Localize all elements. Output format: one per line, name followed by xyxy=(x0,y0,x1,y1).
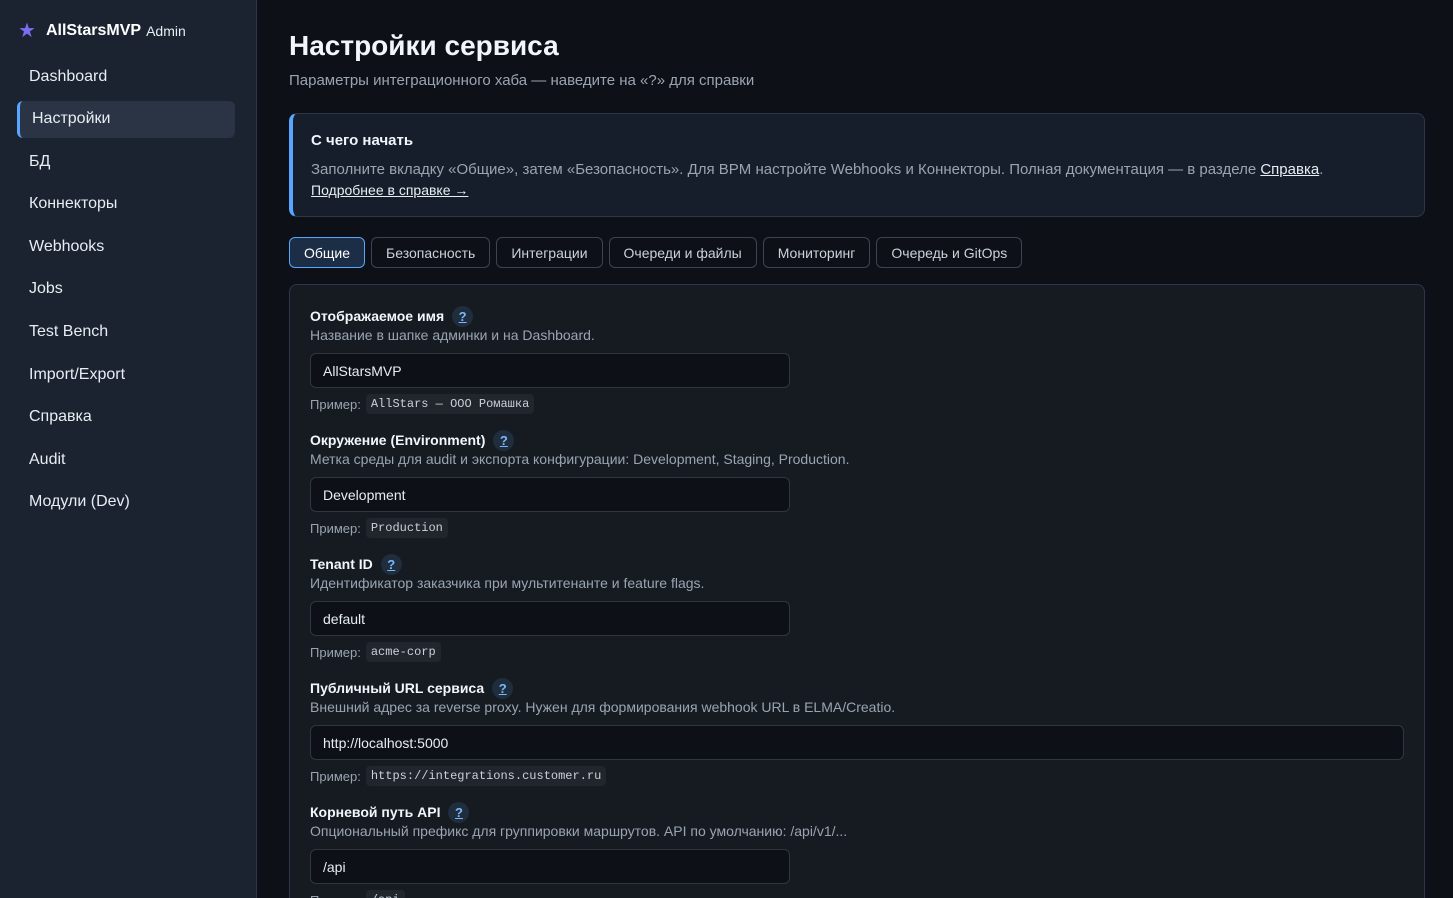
sidebar-item-jobs[interactable]: Jobs xyxy=(17,271,235,308)
field-label: Tenant ID? xyxy=(310,553,1404,575)
field-example: Пример: Production xyxy=(310,518,1404,538)
sidebar-item-dashboard[interactable]: Dashboard xyxy=(17,58,235,95)
example-prefix: Пример: xyxy=(310,520,361,536)
tab-integrations[interactable]: Интеграции xyxy=(496,237,603,268)
field-example: Пример: acme-corp xyxy=(310,642,1404,662)
field-example: Пример: AllStars — ООО Ромашка xyxy=(310,394,1404,414)
display-name-input[interactable] xyxy=(310,353,790,388)
field-label: Отображаемое имя? xyxy=(310,305,1404,327)
example-value: https://integrations.customer.ru xyxy=(365,766,607,786)
example-value: acme-corp xyxy=(365,642,441,662)
help-icon[interactable]: ? xyxy=(380,553,402,575)
environment-input[interactable] xyxy=(310,477,790,512)
sidebar-item-label: Модули (Dev) xyxy=(29,493,130,511)
sidebar-item-label: Настройки xyxy=(32,110,111,128)
sidebar: ★ AllStarsMVP Admin Dashboard Настройки … xyxy=(0,0,257,898)
help-icon[interactable]: ? xyxy=(492,677,514,699)
general-settings-panel: Отображаемое имя? Название в шапке админ… xyxy=(289,284,1425,898)
star-icon: ★ xyxy=(18,20,36,42)
help-icon[interactable]: ? xyxy=(448,801,470,823)
field-label: Публичный URL сервиса? xyxy=(310,677,1404,699)
sidebar-item-help[interactable]: Справка xyxy=(17,399,235,436)
example-value: AllStars — ООО Ромашка xyxy=(365,394,535,414)
field-environment: Окружение (Environment)? Метка среды для… xyxy=(310,429,1404,538)
brand-sub: Admin xyxy=(146,23,186,39)
sidebar-item-label: Audit xyxy=(29,450,66,468)
field-label: Корневой путь API? xyxy=(310,801,1404,823)
tenant-id-input[interactable] xyxy=(310,601,790,636)
getting-started-callout: С чего начать Заполните вкладку «Общие»,… xyxy=(289,113,1425,217)
tab-queue-gitops[interactable]: Очередь и GitOps xyxy=(876,237,1023,268)
help-icon[interactable]: ? xyxy=(452,305,474,327)
example-prefix: Пример: xyxy=(310,768,361,784)
sidebar-item-label: Import/Export xyxy=(29,365,126,383)
settings-tabs: Общие Безопасность Интеграции Очереди и … xyxy=(289,237,1425,268)
field-description: Идентификатор заказчика при мультитенант… xyxy=(310,575,705,591)
field-label-text: Корневой путь API xyxy=(310,804,441,820)
callout-body-end: . xyxy=(1319,161,1324,178)
public-url-input[interactable] xyxy=(310,725,1404,760)
field-label-text: Отображаемое имя xyxy=(310,308,445,324)
example-value: /api xyxy=(365,890,405,898)
callout-body: Заполните вкладку «Общие», затем «Безопа… xyxy=(311,161,1261,178)
field-description: Внешний адрес за reverse proxy. Нужен дл… xyxy=(310,699,896,715)
field-example: Пример: https://integrations.customer.ru xyxy=(310,766,1404,786)
callout-more-link[interactable]: Подробнее в справке → xyxy=(311,182,468,198)
example-prefix: Пример: xyxy=(310,644,361,660)
main-content: Настройки сервиса Параметры интеграционн… xyxy=(257,0,1453,898)
field-tenant-id: Tenant ID? Идентификатор заказчика при м… xyxy=(310,553,1404,662)
field-description: Название в шапке админки и на Dashboard. xyxy=(310,327,595,343)
sidebar-item-db[interactable]: БД xyxy=(17,143,235,180)
sidebar-item-modules-dev[interactable]: Модули (Dev) xyxy=(17,484,235,521)
tab-monitoring[interactable]: Мониторинг xyxy=(762,237,871,268)
field-display-name: Отображаемое имя? Название в шапке админ… xyxy=(310,305,1404,414)
example-value: Production xyxy=(365,518,448,538)
field-api-root-path: Корневой путь API? Опциональный префикс … xyxy=(310,801,1404,898)
sidebar-item-label: БД xyxy=(29,152,51,170)
sidebar-item-label: Jobs xyxy=(29,280,63,298)
callout-help-link[interactable]: Справка xyxy=(1260,161,1319,178)
api-root-path-input[interactable] xyxy=(310,849,790,884)
field-label-text: Tenant ID xyxy=(310,556,373,572)
sidebar-item-label: Справка xyxy=(29,408,92,426)
example-prefix: Пример: xyxy=(310,893,361,898)
page-title: Настройки сервиса xyxy=(289,30,559,61)
tab-general[interactable]: Общие xyxy=(289,237,366,268)
field-label-text: Публичный URL сервиса xyxy=(310,680,485,696)
sidebar-item-settings[interactable]: Настройки xyxy=(17,100,235,138)
callout-text: Заполните вкладку «Общие», затем «Безопа… xyxy=(311,158,1404,182)
tab-queues-files[interactable]: Очереди и файлы xyxy=(608,237,757,268)
field-description: Метка среды для audit и экспорта конфигу… xyxy=(310,451,850,467)
callout-title: С чего начать xyxy=(311,132,414,149)
sidebar-item-connectors[interactable]: Коннекторы xyxy=(17,186,235,223)
sidebar-item-label: Webhooks xyxy=(29,237,105,255)
sidebar-item-label: Test Bench xyxy=(29,323,109,341)
field-label-text: Окружение (Environment) xyxy=(310,432,486,448)
sidebar-item-webhooks[interactable]: Webhooks xyxy=(17,228,235,265)
page-subtitle: Параметры интеграционного хаба — наведит… xyxy=(289,72,755,89)
tab-security[interactable]: Безопасность xyxy=(371,237,491,268)
sidebar-item-label: Dashboard xyxy=(29,67,108,85)
brand[interactable]: ★ AllStarsMVP Admin xyxy=(0,20,256,42)
sidebar-nav: Dashboard Настройки БД Коннекторы Webhoo… xyxy=(0,58,256,521)
sidebar-item-test-bench[interactable]: Test Bench xyxy=(17,314,235,351)
example-prefix: Пример: xyxy=(310,396,361,412)
field-label: Окружение (Environment)? xyxy=(310,429,1404,451)
field-description: Опциональный префикс для группировки мар… xyxy=(310,823,848,839)
brand-name: AllStarsMVP xyxy=(45,22,142,39)
sidebar-item-audit[interactable]: Audit xyxy=(17,441,235,478)
help-icon[interactable]: ? xyxy=(493,429,515,451)
sidebar-item-label: Коннекторы xyxy=(29,195,118,213)
sidebar-item-import-export[interactable]: Import/Export xyxy=(17,356,235,393)
field-public-url: Публичный URL сервиса? Внешний адрес за … xyxy=(310,677,1404,786)
field-example: Пример: /api xyxy=(310,890,1404,898)
